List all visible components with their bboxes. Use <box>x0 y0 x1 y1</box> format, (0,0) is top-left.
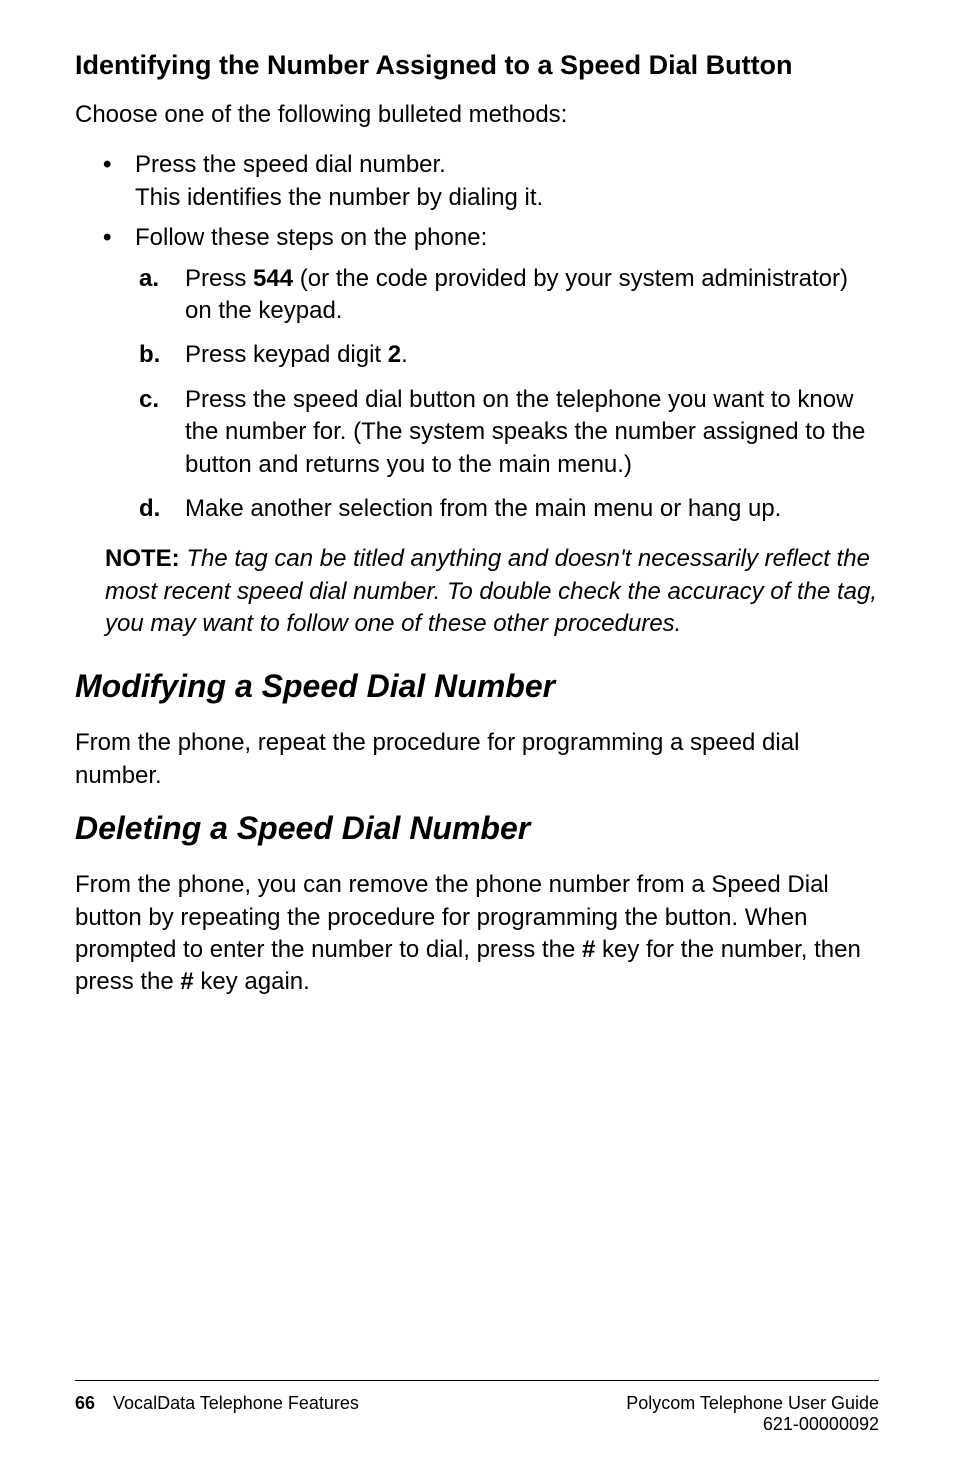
page-footer: 66 VocalData Telephone Features Polycom … <box>75 1380 879 1435</box>
note-label: NOTE: <box>105 545 186 572</box>
step-a: a. Press 544 (or the code provided by yo… <box>177 263 879 328</box>
step-b-pre: Press keypad digit <box>185 341 388 368</box>
step-b-letter: b. <box>139 339 160 371</box>
step-b-post: . <box>401 341 408 368</box>
bullet-item-1: Press the speed dial number. This identi… <box>135 149 879 214</box>
step-c-text: Press the speed dial button on the telep… <box>185 386 865 478</box>
step-c-letter: c. <box>139 384 159 416</box>
delete-text: From the phone, you can remove the phone… <box>75 869 879 999</box>
step-a-code: 544 <box>253 265 293 292</box>
footer-right-code: 621-00000092 <box>763 1414 879 1434</box>
heading-modify: Modifying a Speed Dial Number <box>75 668 879 705</box>
heading-delete: Deleting a Speed Dial Number <box>75 810 879 847</box>
bullet-item-2: Follow these steps on the phone: a. Pres… <box>135 222 879 525</box>
bullet-list: Press the speed dial number. This identi… <box>75 149 879 525</box>
step-b: b. Press keypad digit 2. <box>177 339 879 371</box>
section-heading-identify: Identifying the Number Assigned to a Spe… <box>75 50 879 81</box>
note-text: The tag can be titled anything and doesn… <box>105 545 877 637</box>
bullet1-line1: Press the speed dial number. <box>135 151 446 178</box>
modify-text: From the phone, repeat the procedure for… <box>75 727 879 792</box>
footer-right: Polycom Telephone User Guide 621-0000009… <box>626 1393 879 1435</box>
step-d-letter: d. <box>139 493 160 525</box>
delete-post: key again. <box>194 968 310 995</box>
step-a-pre: Press <box>185 265 253 292</box>
sub-list: a. Press 544 (or the code provided by yo… <box>135 263 879 526</box>
hash-2: # <box>180 968 193 995</box>
intro-text: Choose one of the following bulleted met… <box>75 99 879 131</box>
step-d-text: Make another selection from the main men… <box>185 495 781 522</box>
step-a-letter: a. <box>139 263 159 295</box>
step-c: c. Press the speed dial button on the te… <box>177 384 879 481</box>
footer-left: 66 VocalData Telephone Features <box>75 1393 359 1435</box>
hash-1: # <box>582 936 595 963</box>
bullet1-line2: This identifies the number by dialing it… <box>135 184 543 211</box>
footer-page-number: 66 <box>75 1393 95 1435</box>
footer-right-title: Polycom Telephone User Guide <box>626 1393 879 1413</box>
footer-left-text: VocalData Telephone Features <box>113 1393 359 1435</box>
note-block: NOTE: The tag can be titled anything and… <box>105 543 879 640</box>
bullet2-intro: Follow these steps on the phone: <box>135 224 487 251</box>
step-b-digit: 2 <box>388 341 401 368</box>
step-d: d. Make another selection from the main … <box>177 493 879 525</box>
